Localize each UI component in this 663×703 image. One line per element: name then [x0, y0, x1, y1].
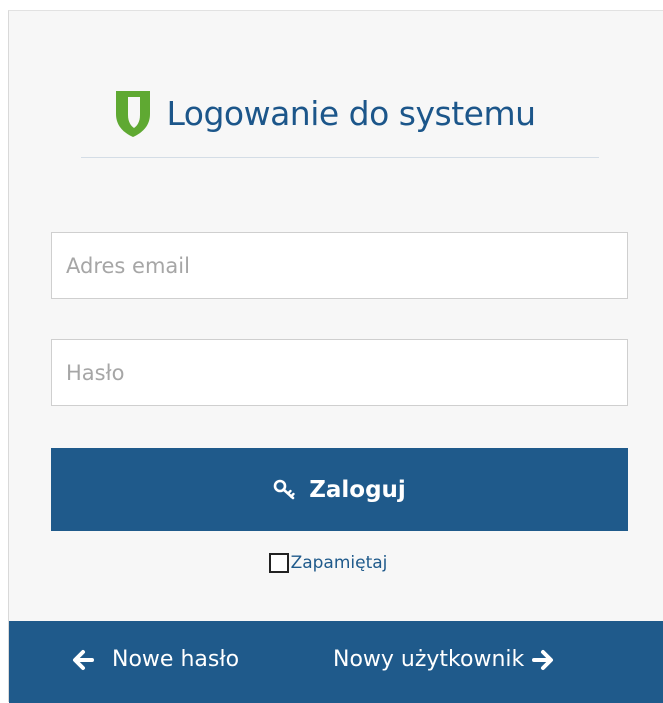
shield-icon: [116, 91, 151, 137]
new-user-link[interactable]: Nowy użytkownik: [333, 647, 554, 672]
login-header: Logowanie do systemu: [9, 83, 663, 143]
password-field[interactable]: [51, 339, 628, 406]
new-password-link[interactable]: Nowe hasło: [72, 647, 239, 672]
remember-checkbox[interactable]: [268, 553, 289, 573]
arrow-left-icon: [73, 649, 94, 670]
login-button-label: Zaloguj: [309, 476, 406, 503]
email-field[interactable]: [51, 232, 628, 299]
remember-me: Zapamiętaj: [0, 553, 663, 573]
key-icon: [273, 479, 295, 499]
title-divider: [81, 157, 599, 158]
footer-bar: Nowe hasło Nowy użytkownik: [9, 621, 663, 703]
login-button[interactable]: Zaloguj: [51, 448, 628, 531]
remember-label[interactable]: Zapamiętaj: [291, 553, 388, 573]
new-user-label: Nowy użytkownik: [333, 647, 525, 672]
arrow-right-icon: [532, 649, 554, 670]
login-panel: Logowanie do systemu Zaloguj Zapamiętaj …: [8, 10, 663, 703]
new-password-label: Nowe hasło: [112, 647, 240, 672]
page-title: Logowanie do systemu: [166, 93, 536, 133]
